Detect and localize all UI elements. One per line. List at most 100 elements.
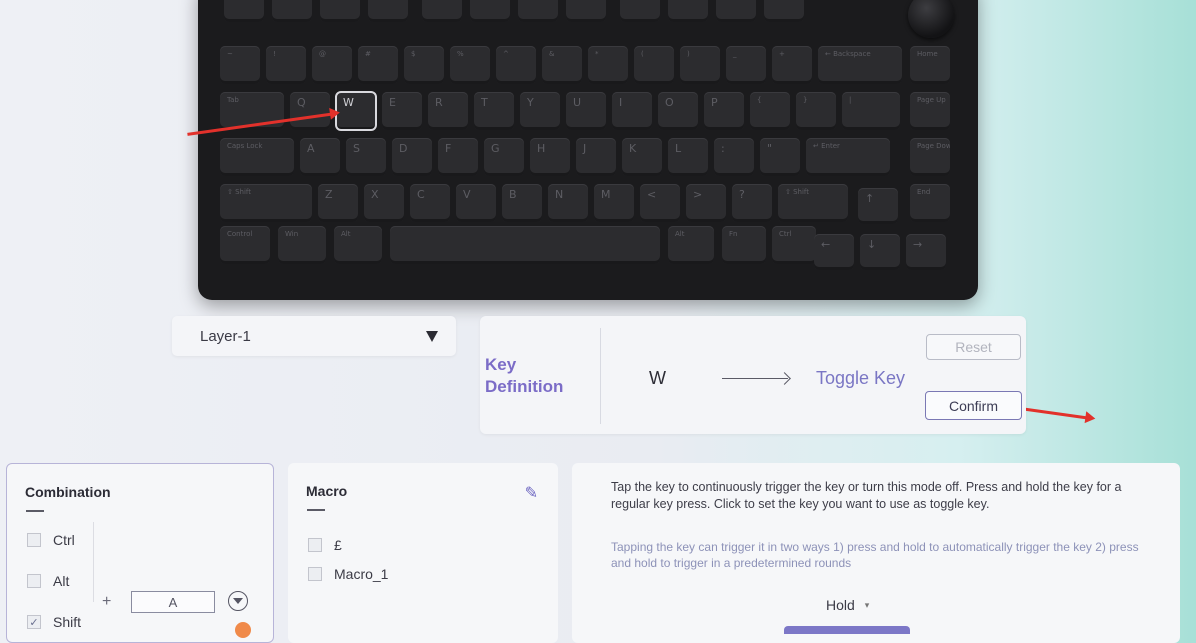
key-tab-row-5[interactable]: T (474, 92, 514, 130)
checkbox[interactable] (27, 574, 41, 588)
key-arrow-up[interactable]: ↑ (858, 188, 898, 224)
key-bottom-row-0[interactable]: Control (220, 226, 270, 264)
key-caps-row-8[interactable]: K (622, 138, 662, 176)
key-caps-row-7[interactable]: J (576, 138, 616, 176)
key-fn-3[interactable]: F5 (368, 0, 408, 22)
key-shift-row-7[interactable]: M (594, 184, 634, 222)
key-fn-0[interactable]: F2 (224, 0, 264, 22)
status-dot-icon (235, 622, 251, 638)
key-number-9[interactable]: ( (634, 46, 674, 84)
key-number-10[interactable]: ) (680, 46, 720, 84)
filter-icon[interactable] (228, 591, 248, 611)
key-number-13[interactable]: ← Backspace (818, 46, 902, 84)
reset-button[interactable]: Reset (926, 334, 1021, 360)
key-number-8[interactable]: * (588, 46, 628, 84)
key-bottom-row-2[interactable]: Alt (334, 226, 382, 264)
key-shift-row-3[interactable]: C (410, 184, 450, 222)
key-bottom-row-5[interactable]: Fn (722, 226, 766, 264)
key-number-11[interactable]: _ (726, 46, 766, 84)
key-arrow-left[interactable]: ← (814, 234, 854, 270)
key-arrow-right[interactable]: → (906, 234, 946, 270)
modifier-alt[interactable]: Alt (27, 573, 69, 589)
key-tab-row-12[interactable]: } (796, 92, 836, 130)
key-shift-row-9[interactable]: > (686, 184, 726, 222)
key-tab-row-3[interactable]: E (382, 92, 422, 130)
key-tab-row-11[interactable]: { (750, 92, 790, 130)
key-shift-row-1[interactable]: Z (318, 184, 358, 222)
key-caps-row-11[interactable]: " (760, 138, 800, 176)
macro-card[interactable]: Macro ✎ £ Macro_1 (288, 463, 558, 643)
key-number-0[interactable]: ~ (220, 46, 260, 84)
key-side-2[interactable]: Page Down (910, 138, 950, 176)
key-fn-2[interactable]: F4 (320, 0, 360, 22)
key-shift-row-2[interactable]: X (364, 184, 404, 222)
key-fn-11[interactable]: PrtSc (764, 0, 804, 22)
key-tab-row-9[interactable]: O (658, 92, 698, 130)
key-caps-row-3[interactable]: D (392, 138, 432, 176)
macro-item[interactable]: £ (308, 537, 342, 553)
key-number-1[interactable]: ! (266, 46, 306, 84)
key-number-2[interactable]: @ (312, 46, 352, 84)
key-side-1[interactable]: Page Up (910, 92, 950, 130)
key-bottom-row-4[interactable]: Alt (668, 226, 714, 264)
key-number-12[interactable]: + (772, 46, 812, 84)
modifier-ctrl[interactable]: Ctrl (27, 532, 75, 548)
toggle-mode-value: Hold (826, 597, 855, 613)
key-caps-row-9[interactable]: L (668, 138, 708, 176)
key-caps-row-0[interactable]: Caps Lock (220, 138, 294, 176)
key-caps-row-5[interactable]: G (484, 138, 524, 176)
key-caps-row-2[interactable]: S (346, 138, 386, 176)
key-shift-row-11[interactable]: ⇧ Shift (778, 184, 848, 222)
checkbox[interactable] (27, 533, 41, 547)
key-fn-10[interactable]: F12 (716, 0, 756, 22)
key-fn-8[interactable]: F10 (620, 0, 660, 22)
key-tab-row-4[interactable]: R (428, 92, 468, 130)
layer-select[interactable]: Layer-1 (172, 316, 456, 356)
pencil-edit-icon[interactable]: ✎ (525, 483, 538, 503)
key-number-6[interactable]: ^ (496, 46, 536, 84)
toggle-mode-select[interactable]: Hold ▾ (826, 597, 869, 613)
key-fn-1[interactable]: F3 (272, 0, 312, 22)
key-fn-5[interactable]: F7 (470, 0, 510, 22)
volume-knob[interactable] (908, 0, 954, 38)
key-fn-9[interactable]: F11 (668, 0, 708, 22)
key-caps-row-6[interactable]: H (530, 138, 570, 176)
key-arrow-down[interactable]: ↓ (860, 234, 900, 270)
combination-key-field[interactable]: A (131, 591, 215, 613)
key-side-0[interactable]: Home (910, 46, 950, 84)
key-fn-6[interactable]: F8 (518, 0, 558, 22)
key-w-selected[interactable]: W (335, 91, 377, 131)
key-tab-row-7[interactable]: U (566, 92, 606, 130)
key-number-4[interactable]: $ (404, 46, 444, 84)
key-shift-row-10[interactable]: ? (732, 184, 772, 222)
key-tab-row-6[interactable]: Y (520, 92, 560, 130)
key-side-3[interactable]: End (910, 184, 950, 222)
key-tab-row-10[interactable]: P (704, 92, 744, 130)
key-number-5[interactable]: % (450, 46, 490, 84)
combination-card[interactable]: Combination Ctrl Alt ✓ Shift + A (6, 463, 274, 643)
checkbox[interactable] (308, 538, 322, 552)
key-number-7[interactable]: & (542, 46, 582, 84)
key-tab-row-13[interactable]: | (842, 92, 900, 130)
key-fn-4[interactable]: F6 (422, 0, 462, 22)
key-caps-row-10[interactable]: : (714, 138, 754, 176)
checkbox-checked[interactable]: ✓ (27, 615, 41, 629)
key-caps-row-4[interactable]: F (438, 138, 478, 176)
key-caps-row-12[interactable]: ↵ Enter (806, 138, 890, 176)
key-shift-row-5[interactable]: B (502, 184, 542, 222)
key-tab-row-8[interactable]: I (612, 92, 652, 130)
key-shift-row-6[interactable]: N (548, 184, 588, 222)
key-shift-row-0[interactable]: ⇧ Shift (220, 184, 312, 222)
key-shift-row-4[interactable]: V (456, 184, 496, 222)
key-tab-row-1[interactable]: Q (290, 92, 330, 130)
key-number-3[interactable]: # (358, 46, 398, 84)
key-caps-row-1[interactable]: A (300, 138, 340, 176)
key-spacebar[interactable] (390, 226, 660, 264)
checkbox[interactable] (308, 567, 322, 581)
key-bottom-row-6[interactable]: Ctrl (772, 226, 816, 264)
key-fn-7[interactable]: F9 (566, 0, 606, 22)
confirm-button[interactable]: Confirm (925, 391, 1022, 420)
key-bottom-row-1[interactable]: Win (278, 226, 326, 264)
key-shift-row-8[interactable]: < (640, 184, 680, 222)
macro-item[interactable]: Macro_1 (308, 566, 388, 582)
